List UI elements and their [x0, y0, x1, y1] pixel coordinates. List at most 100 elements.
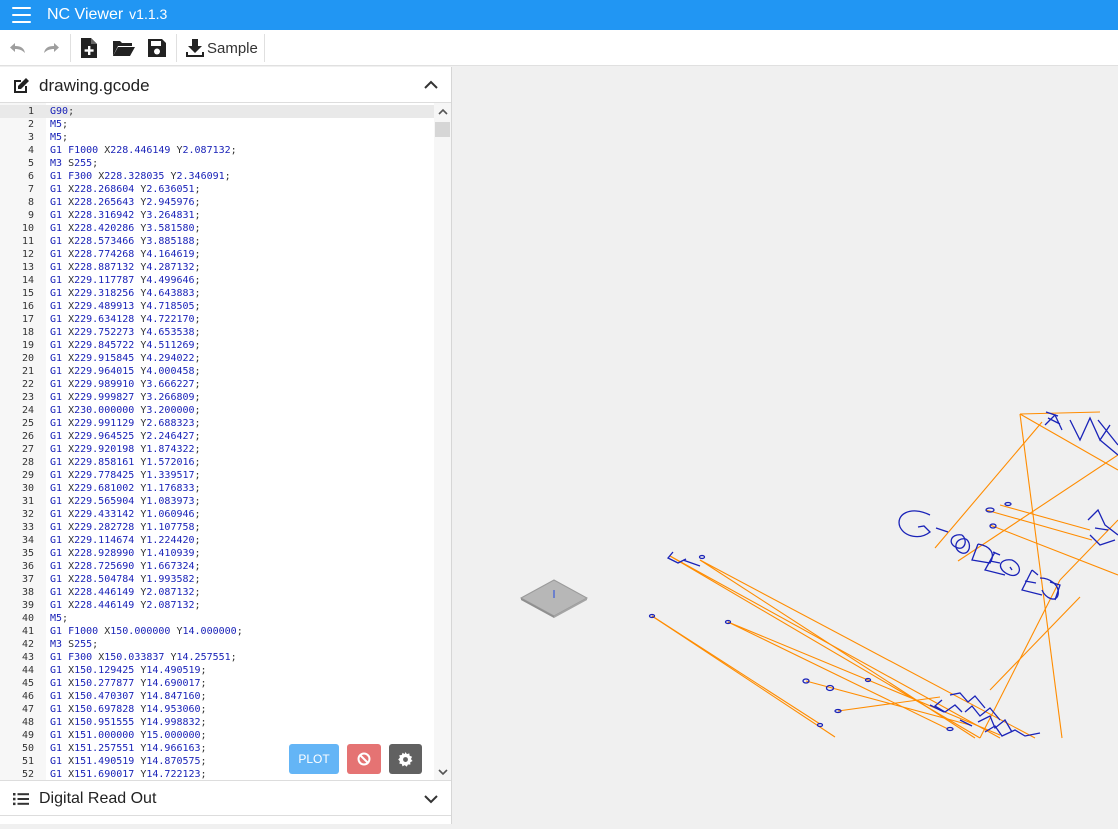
- code-line[interactable]: 14 G1 X229.117787 Y4.499646;: [0, 274, 434, 287]
- code-line[interactable]: 24G1 X230.000000 Y3.200000;: [0, 404, 434, 417]
- redo-button[interactable]: [41, 36, 61, 60]
- code-line[interactable]: 15G1 X229.318256 Y4.643883;: [0, 287, 434, 300]
- axis-gizmo[interactable]: [521, 580, 587, 618]
- line-number: 16: [0, 300, 34, 313]
- code-text: G1 X229.964015 Y4.000458;: [50, 365, 201, 378]
- code-line[interactable]: 39G1 X228.446149 Y2.087132;: [0, 599, 434, 612]
- settings-button[interactable]: [389, 744, 422, 774]
- code-line[interactable]: 28G1 X229.858161 Y1.572016;: [0, 456, 434, 469]
- line-number: 50: [0, 742, 34, 755]
- code-line[interactable]: 31G1 X229.565904 Y1.083973;: [0, 495, 434, 508]
- gear-icon: [398, 752, 413, 767]
- code-line[interactable]: 38G1 X228.446149 Y2.087132;: [0, 586, 434, 599]
- code-line[interactable]: 32G1 X229.433142 Y1.060946;: [0, 508, 434, 521]
- line-number: 29: [0, 469, 34, 482]
- code-line[interactable]: 25G1 X229.991129 Y2.688323;: [0, 417, 434, 430]
- scrollbar-thumb[interactable]: [435, 122, 450, 137]
- chevron-up-icon[interactable]: [423, 79, 439, 91]
- new-file-button[interactable]: [80, 36, 98, 60]
- code-line[interactable]: 11G1 X228.573466 Y3.885188;: [0, 235, 434, 248]
- code-line[interactable]: 33G1 X229.282728 Y1.107758;: [0, 521, 434, 534]
- code-line[interactable]: 41G1 F1000 X150.000000 Y14.000000;: [0, 625, 434, 638]
- code-text: G1 X229.433142 Y1.060946;: [50, 508, 201, 521]
- code-line[interactable]: 45G1 X150.277877 Y14.690017;: [0, 677, 434, 690]
- line-number: 5: [0, 157, 34, 170]
- code-line[interactable]: 48G1 X150.951555 Y14.998832;: [0, 716, 434, 729]
- editor-scrollbar[interactable]: [434, 103, 451, 780]
- scroll-down-arrow-icon[interactable]: [434, 763, 451, 780]
- open-file-button[interactable]: [112, 36, 136, 60]
- undo-icon: [8, 38, 28, 58]
- code-line[interactable]: 42M3 S255;: [0, 638, 434, 651]
- code-line[interactable]: 47G1 X150.697828 Y14.953060;: [0, 703, 434, 716]
- gcode-editor[interactable]: 1 G90;2M5;3M5;4G1 F1000 X228.446149 Y2.08…: [0, 103, 451, 780]
- code-text: G1 X229.752273 Y4.653538;: [50, 326, 201, 339]
- code-line[interactable]: 22G1 X229.989910 Y3.666227;: [0, 378, 434, 391]
- code-line[interactable]: 37G1 X228.504784 Y1.993582;: [0, 573, 434, 586]
- chevron-down-icon[interactable]: [423, 793, 439, 805]
- code-line[interactable]: 43G1 F300 X150.033837 Y14.257551;: [0, 651, 434, 664]
- line-number: 9: [0, 209, 34, 222]
- code-line[interactable]: 27G1 X229.920198 Y1.874322;: [0, 443, 434, 456]
- code-line[interactable]: 36G1 X228.725690 Y1.667324;: [0, 560, 434, 573]
- line-number: 23: [0, 391, 34, 404]
- code-line[interactable]: 26G1 X229.964525 Y2.246427;: [0, 430, 434, 443]
- code-line[interactable]: 29G1 X229.778425 Y1.339517;: [0, 469, 434, 482]
- plot-button[interactable]: PLOT: [289, 744, 339, 774]
- code-line[interactable]: 40M5;: [0, 612, 434, 625]
- code-line[interactable]: 30G1 X229.681002 Y1.176833;: [0, 482, 434, 495]
- code-text: G1 X150.277877 Y14.690017;: [50, 677, 207, 690]
- code-line[interactable]: 2M5;: [0, 118, 434, 131]
- code-line[interactable]: 46G1 X150.470307 Y14.847160;: [0, 690, 434, 703]
- code-line[interactable]: 23G1 X229.999827 Y3.266809;: [0, 391, 434, 404]
- scroll-up-arrow-icon[interactable]: [434, 103, 451, 120]
- code-text: G1 X229.915845 Y4.294022;: [50, 352, 201, 365]
- line-number: 1: [0, 105, 34, 118]
- toolpath-canvas[interactable]: [452, 67, 1118, 824]
- sample-label: Sample: [207, 40, 258, 57]
- line-number: 37: [0, 573, 34, 586]
- code-line[interactable]: 19G1 X229.845722 Y4.511269;: [0, 339, 434, 352]
- line-number: 22: [0, 378, 34, 391]
- code-line[interactable]: 20G1 X229.915845 Y4.294022;: [0, 352, 434, 365]
- undo-button[interactable]: [8, 36, 28, 60]
- code-line[interactable]: 7G1 X228.268604 Y2.636051;: [0, 183, 434, 196]
- toolbar-separator: [264, 34, 265, 62]
- code-line[interactable]: 6G1 F300 X228.328035 Y2.346091;: [0, 170, 434, 183]
- code-text: G1 X229.117787 Y4.499646;: [50, 274, 201, 287]
- line-number: 4: [0, 144, 34, 157]
- editor-panel-header[interactable]: drawing.gcode: [0, 67, 451, 103]
- code-line[interactable]: 18G1 X229.752273 Y4.653538;: [0, 326, 434, 339]
- edit-icon: [12, 77, 30, 95]
- code-line[interactable]: 8G1 X228.265643 Y2.945976;: [0, 196, 434, 209]
- code-line[interactable]: 4G1 F1000 X228.446149 Y2.087132;: [0, 144, 434, 157]
- line-number: 49: [0, 729, 34, 742]
- code-text: G1 X230.000000 Y3.200000;: [50, 404, 201, 417]
- code-line[interactable]: 3M5;: [0, 131, 434, 144]
- code-line[interactable]: 5M3 S255;: [0, 157, 434, 170]
- code-line[interactable]: 34G1 X229.114674 Y1.224420;: [0, 534, 434, 547]
- code-line[interactable]: 1 G90;: [0, 105, 434, 118]
- code-line[interactable]: 13G1 X228.887132 Y4.287132;: [0, 261, 434, 274]
- code-text: G1 F300 X150.033837 Y14.257551;: [50, 651, 237, 664]
- toolpath-viewport[interactable]: [452, 67, 1118, 824]
- code-line[interactable]: 44G1 X150.129425 Y14.490519;: [0, 664, 434, 677]
- save-button[interactable]: [147, 36, 167, 60]
- code-text: G90;: [50, 105, 74, 118]
- code-line[interactable]: 21G1 X229.964015 Y4.000458;: [0, 365, 434, 378]
- code-line[interactable]: 10G1 X228.420286 Y3.581580;: [0, 222, 434, 235]
- hamburger-menu-icon[interactable]: [10, 4, 34, 26]
- sample-button[interactable]: Sample: [185, 36, 258, 60]
- code-line[interactable]: 17G1 X229.634128 Y4.722170;: [0, 313, 434, 326]
- code-line[interactable]: 35G1 X228.928990 Y1.410939;: [0, 547, 434, 560]
- digital-read-out-header[interactable]: Digital Read Out: [0, 780, 451, 816]
- line-number: 14: [0, 274, 34, 287]
- stop-button[interactable]: [347, 744, 381, 774]
- code-line[interactable]: 16G1 X229.489913 Y4.718505;: [0, 300, 434, 313]
- editor-file-name: drawing.gcode: [39, 76, 150, 96]
- code-line[interactable]: 12G1 X228.774268 Y4.164619;: [0, 248, 434, 261]
- code-line[interactable]: 49G1 X151.000000 Y15.000000;: [0, 729, 434, 742]
- line-number: 25: [0, 417, 34, 430]
- code-line[interactable]: 9G1 X228.316942 Y3.264831;: [0, 209, 434, 222]
- line-number: 8: [0, 196, 34, 209]
